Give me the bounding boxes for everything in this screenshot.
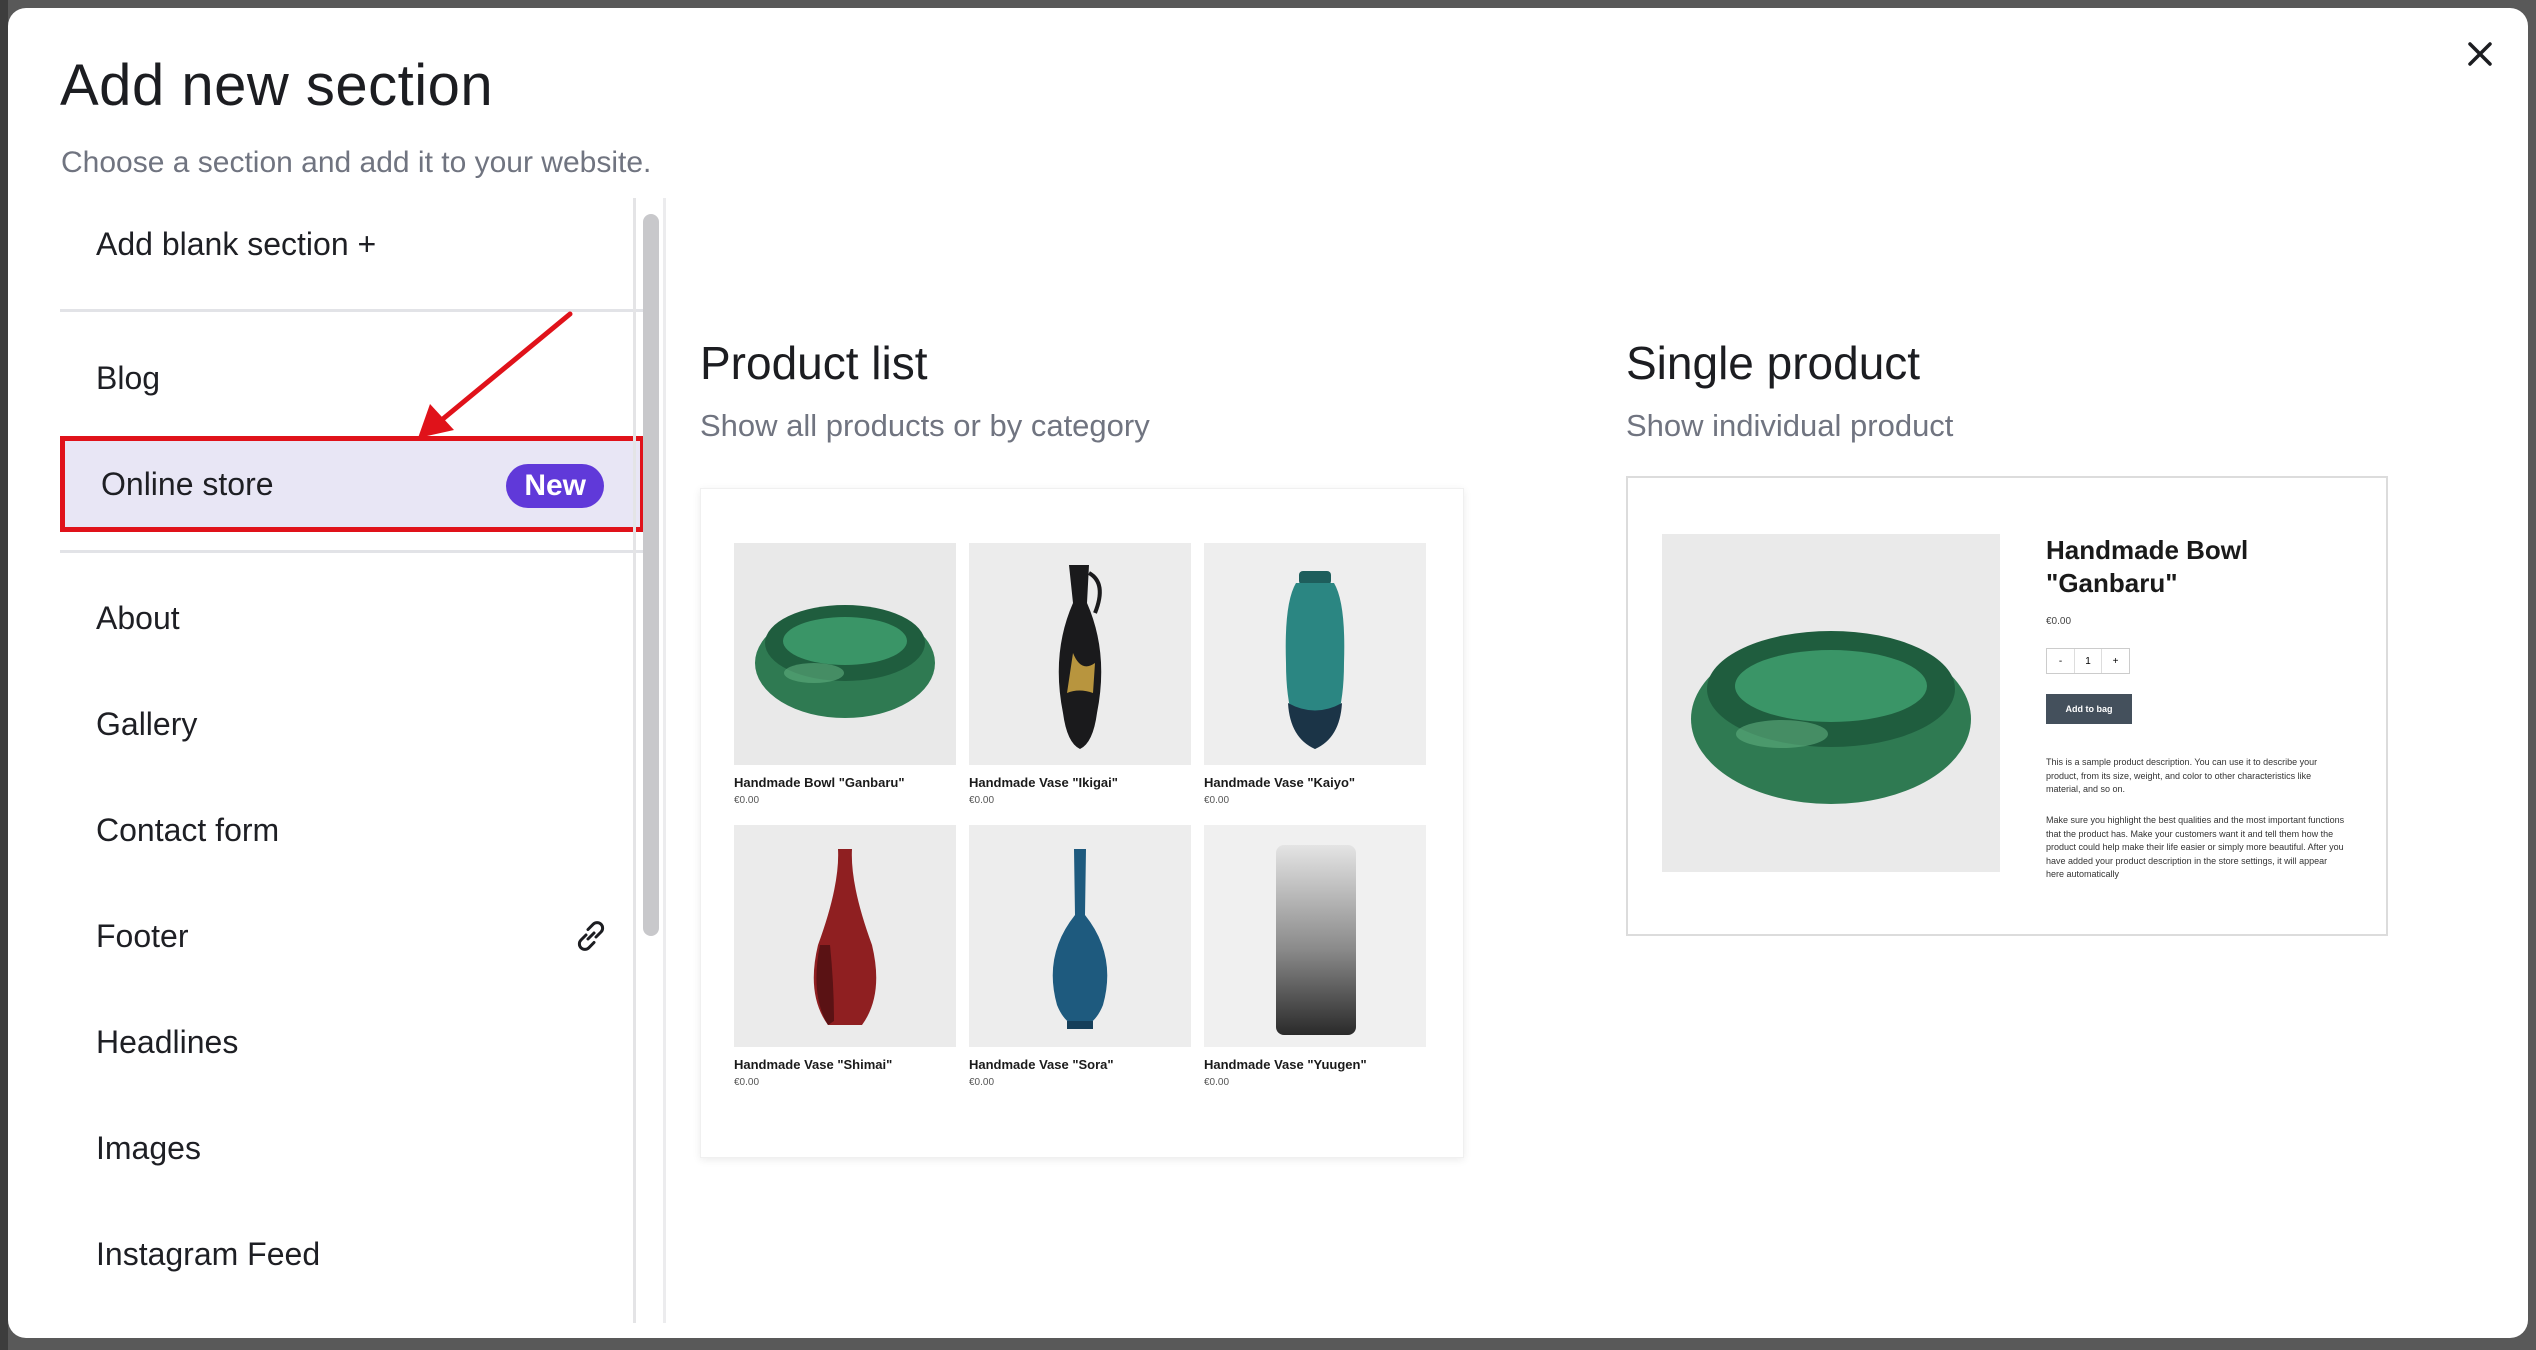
sidebar-item-label: Online store xyxy=(101,465,274,502)
product-image-shimai xyxy=(734,825,956,1047)
single-product-subtitle: Show individual product xyxy=(1626,408,1954,443)
product-list-title: Product list xyxy=(700,337,928,389)
sidebar-item-label: Contact form xyxy=(96,811,280,848)
product-image-ikigai xyxy=(969,543,1191,765)
sidebar-item-label: Headlines xyxy=(96,1023,239,1060)
sidebar-item-instagram-feed[interactable]: Instagram Feed xyxy=(60,1208,645,1300)
modal-subtitle: Choose a section and add it to your webs… xyxy=(61,146,652,179)
product-name: Handmade Vase "Ikigai" xyxy=(969,775,1118,790)
quantity-stepper[interactable]: - 1 + xyxy=(2046,648,2130,674)
close-button[interactable] xyxy=(2458,32,2502,76)
product-list-subtitle: Show all products or by category xyxy=(700,408,1150,443)
annotation-arrow xyxy=(418,311,573,438)
sidebar-item-contact-form[interactable]: Contact form xyxy=(60,784,645,876)
product-list-preview[interactable]: Handmade Bowl "Ganbaru" €0.00 Handmade V… xyxy=(700,488,1464,1158)
qty-value[interactable]: 1 xyxy=(2075,649,2101,673)
single-product-preview[interactable]: Handmade Bowl "Ganbaru" €0.00 - 1 + Add … xyxy=(1626,476,2388,936)
product-description: This is a sample product description. Yo… xyxy=(2046,757,2318,794)
sidebar-item-images[interactable]: Images xyxy=(60,1102,645,1194)
product-name: Handmade Vase "Sora" xyxy=(969,1057,1114,1072)
product-price: €0.00 xyxy=(1204,1077,1230,1088)
sidebar-item-online-store[interactable]: Online store New xyxy=(60,436,645,532)
link-icon xyxy=(577,921,605,951)
single-product-name: Handmade Bowl "Ganbaru" xyxy=(2046,535,2249,598)
product-description: Make sure you highlight the best qualiti… xyxy=(2046,815,2345,879)
sidebar-item-gallery[interactable]: Gallery xyxy=(60,678,645,770)
qty-plus-button[interactable]: + xyxy=(2101,649,2129,673)
qty-minus-button[interactable]: - xyxy=(2047,649,2075,673)
add-section-modal: Add new section Choose a section and add… xyxy=(8,8,2528,1338)
new-badge: New xyxy=(506,464,604,508)
sidebar-item-about[interactable]: About xyxy=(60,572,645,664)
product-image-bowl xyxy=(734,543,956,765)
panel-divider xyxy=(663,198,666,1323)
product-image-kaiyo xyxy=(1204,543,1426,765)
product-price: €0.00 xyxy=(734,795,760,806)
sidebar-item-label: About xyxy=(96,599,180,636)
close-icon xyxy=(2468,42,2492,66)
sidebar-divider xyxy=(60,550,645,553)
add-to-bag-button[interactable]: Add to bag xyxy=(2046,694,2132,724)
sidebar-item-footer[interactable]: Footer xyxy=(60,890,645,982)
background-edge xyxy=(0,0,8,1350)
product-image-yuugen xyxy=(1204,825,1426,1047)
sidebar-item-label: Gallery xyxy=(96,705,198,742)
sidebar-item-add-blank[interactable]: Add blank section + xyxy=(60,198,645,290)
single-product-title: Single product xyxy=(1626,337,1921,389)
modal-title: Add new section xyxy=(60,53,494,118)
product-price: €0.00 xyxy=(969,1077,995,1088)
scroll-track xyxy=(633,198,636,1323)
product-image-sora xyxy=(969,825,1191,1047)
product-price: €0.00 xyxy=(969,795,995,806)
product-price: €0.00 xyxy=(734,1077,760,1088)
sidebar-item-label: Add blank section + xyxy=(96,225,377,262)
sidebar-item-label: Blog xyxy=(96,359,161,396)
sidebar-scrollbar[interactable] xyxy=(643,214,659,936)
product-name: Handmade Bowl "Ganbaru" xyxy=(734,775,905,790)
product-name: Handmade Vase "Kaiyo" xyxy=(1204,775,1356,790)
product-price: €0.00 xyxy=(1204,795,1230,806)
sidebar-item-label: Images xyxy=(96,1129,201,1166)
single-product-price: €0.00 xyxy=(2046,616,2072,627)
product-image-bowl-large xyxy=(1662,534,2000,872)
sidebar-item-label: Footer xyxy=(96,917,189,954)
product-name: Handmade Vase "Yuugen" xyxy=(1204,1057,1367,1072)
sidebar-item-label: Instagram Feed xyxy=(96,1235,321,1272)
product-name: Handmade Vase "Shimai" xyxy=(734,1057,893,1072)
sidebar-item-headlines[interactable]: Headlines xyxy=(60,996,645,1088)
